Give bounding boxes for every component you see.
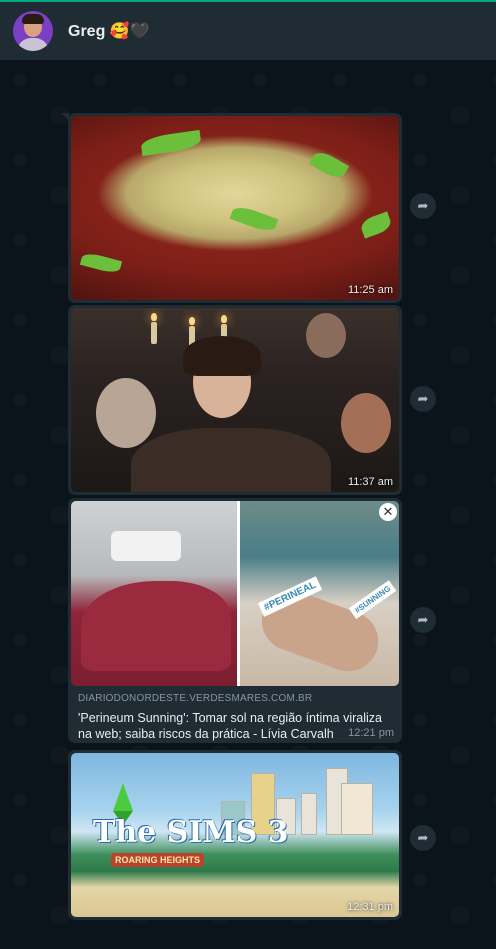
leaf bbox=[229, 203, 279, 235]
image-message[interactable]: 11:37 am bbox=[68, 305, 402, 495]
game-logo: The SIMS 3 bbox=[93, 815, 289, 850]
person bbox=[341, 393, 391, 453]
scene-image[interactable]: 11:37 am bbox=[71, 308, 399, 492]
candle-flame bbox=[221, 315, 227, 323]
pillow bbox=[111, 531, 181, 561]
forward-icon[interactable]: ➦ bbox=[410, 607, 436, 633]
salad-image[interactable]: 11:25 am bbox=[71, 116, 399, 300]
fur-coat bbox=[131, 428, 331, 492]
building bbox=[301, 793, 317, 835]
avatar-hair bbox=[22, 14, 44, 24]
hashtag-label: #SUNNING bbox=[348, 580, 397, 619]
game-logo-subtitle: ROARING HEIGHTS bbox=[111, 853, 205, 867]
preview-image-right: #PERINEAL #SUNNING ✕ bbox=[240, 501, 399, 686]
message-time: 11:25 am bbox=[347, 284, 393, 296]
candle bbox=[151, 322, 157, 344]
message-time: 12:31 pm bbox=[347, 901, 393, 913]
forward-icon[interactable]: ➦ bbox=[410, 386, 436, 412]
chat-header[interactable]: Greg 🥰🖤 bbox=[0, 2, 496, 60]
plumbob-icon bbox=[113, 783, 133, 811]
image-message[interactable]: 11:25 am bbox=[61, 113, 402, 303]
person bbox=[96, 378, 156, 448]
link-site: DIARIODONORDESTE.VERDESMARES.COM.BR bbox=[78, 693, 313, 704]
leaf bbox=[140, 129, 202, 157]
message-time: 11:37 am bbox=[347, 476, 393, 488]
link-preview-message[interactable]: #PERINEAL #SUNNING ✕ DIARIODONORDESTE.VE… bbox=[68, 498, 402, 743]
chat-area: 11:25 am ➦ 11:37 am ➦ #PERINEAL #SUNNING… bbox=[0, 60, 496, 949]
sims-image[interactable]: The SIMS 3 ROARING HEIGHTS 12:31 pm bbox=[71, 753, 399, 917]
leaf bbox=[79, 251, 123, 275]
leaf bbox=[358, 211, 394, 239]
avatar-shirt bbox=[17, 38, 49, 51]
link-preview-image[interactable]: #PERINEAL #SUNNING ✕ bbox=[71, 501, 399, 686]
contact-name[interactable]: Greg 🥰🖤 bbox=[68, 21, 150, 41]
swimsuit bbox=[81, 581, 231, 671]
leaf bbox=[308, 148, 350, 182]
link-title[interactable]: 'Perineum Sunning': Tomar sol na região … bbox=[78, 710, 393, 742]
close-icon[interactable]: ✕ bbox=[379, 503, 397, 521]
candle-flame bbox=[151, 313, 157, 321]
forward-icon[interactable]: ➦ bbox=[410, 825, 436, 851]
person bbox=[306, 313, 346, 358]
avatar[interactable] bbox=[13, 11, 53, 51]
forward-icon[interactable]: ➦ bbox=[410, 193, 436, 219]
hair bbox=[183, 336, 261, 376]
candle-flame bbox=[189, 317, 195, 325]
bubble-tail bbox=[61, 113, 69, 121]
preview-image-left bbox=[71, 501, 237, 686]
image-message[interactable]: The SIMS 3 ROARING HEIGHTS 12:31 pm bbox=[68, 750, 402, 920]
building bbox=[341, 783, 373, 835]
message-time: 12:21 pm bbox=[348, 727, 394, 739]
